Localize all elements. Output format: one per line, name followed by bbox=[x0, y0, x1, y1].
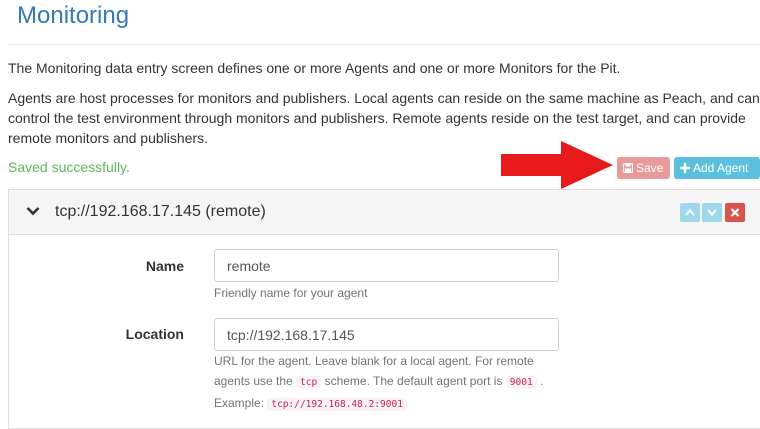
intro-paragraph-2: Agents are host processes for monitors a… bbox=[8, 90, 760, 146]
delete-agent-button[interactable] bbox=[725, 203, 745, 222]
title-divider bbox=[8, 44, 760, 45]
location-help-text: URL for the agent. Leave blank for a loc… bbox=[214, 351, 554, 415]
name-label: Name bbox=[145, 258, 184, 274]
name-input[interactable] bbox=[214, 249, 559, 282]
red-arrow-icon bbox=[501, 141, 613, 189]
chevron-down-icon bbox=[707, 209, 717, 217]
close-icon bbox=[730, 208, 740, 217]
floppy-disk-icon bbox=[622, 162, 634, 174]
move-up-button[interactable] bbox=[680, 203, 700, 222]
page-title: Monitoring bbox=[17, 2, 130, 29]
agent-panel-title: tcp://192.168.17.145 (remote) bbox=[55, 203, 266, 220]
agent-panel-heading[interactable]: tcp://192.168.17.145 (remote) bbox=[9, 190, 760, 235]
name-help-text: Friendly name for your agent bbox=[214, 286, 368, 300]
location-help-part-2: scheme. The default agent port is bbox=[321, 374, 506, 388]
location-label: Location bbox=[125, 326, 184, 342]
location-help-code-example: tcp://192.168.48.2:9001 bbox=[267, 398, 407, 411]
location-help-code-port: 9001 bbox=[505, 376, 537, 389]
location-input[interactable] bbox=[214, 318, 559, 351]
save-button[interactable]: Save bbox=[617, 157, 670, 179]
agent-panel: tcp://192.168.17.145 (remote) Name Frien… bbox=[8, 189, 760, 429]
plus-icon bbox=[680, 163, 690, 173]
intro-paragraph-1: The Monitoring data entry screen defines… bbox=[8, 60, 621, 76]
location-help-code-scheme: tcp bbox=[296, 376, 322, 389]
save-button-label: Save bbox=[636, 161, 664, 175]
chevron-down-icon[interactable] bbox=[26, 206, 40, 216]
status-message: Saved successfully. bbox=[8, 159, 130, 175]
add-agent-button[interactable]: Add Agent bbox=[674, 157, 760, 179]
move-down-button[interactable] bbox=[702, 203, 722, 222]
add-agent-button-label: Add Agent bbox=[693, 161, 749, 175]
chevron-up-icon bbox=[685, 208, 695, 216]
